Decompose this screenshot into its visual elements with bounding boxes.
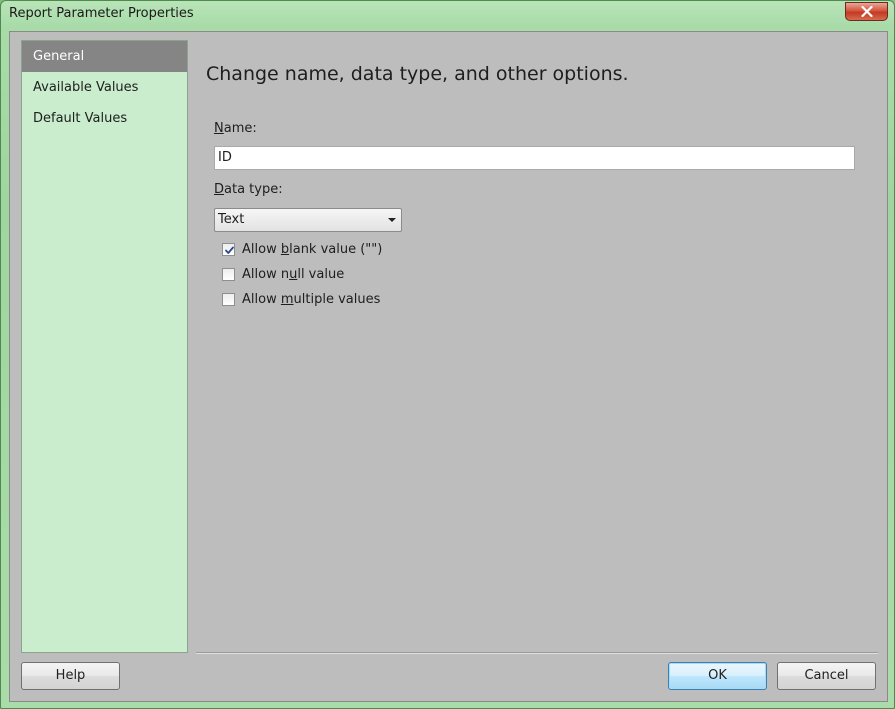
- dialog-window: Report Parameter Properties General Avai…: [0, 0, 895, 709]
- allow-null-label-post: ll value: [297, 266, 345, 282]
- checkmark-icon: [225, 246, 234, 254]
- allow-multiple-label-pre: Allow: [242, 291, 281, 307]
- allow-blank-option[interactable]: Allow blank value (""): [222, 240, 382, 258]
- allow-blank-label: Allow blank value (""): [242, 242, 382, 257]
- title-bar[interactable]: Report Parameter Properties: [1, 1, 894, 28]
- name-input[interactable]: ID: [214, 146, 855, 170]
- allow-blank-checkbox[interactable]: [222, 242, 235, 256]
- allow-null-option[interactable]: Allow null value: [222, 265, 344, 283]
- data-type-label: Data type:: [214, 182, 283, 197]
- help-button[interactable]: Help: [21, 662, 120, 690]
- data-type-selected-value: Text: [218, 212, 245, 227]
- allow-multiple-label-post: ultiple values: [293, 291, 381, 307]
- chevron-down-icon: [388, 218, 396, 222]
- allow-null-label-pre: Allow n: [242, 266, 290, 282]
- nav-item-available-values[interactable]: Available Values: [22, 72, 187, 103]
- allow-blank-label-post: lank value (""): [289, 241, 383, 257]
- allow-null-checkbox[interactable]: [222, 267, 235, 281]
- allow-blank-label-pre: Allow: [242, 241, 281, 257]
- page-heading: Change name, data type, and other option…: [206, 63, 629, 85]
- ok-button[interactable]: OK: [668, 662, 767, 690]
- nav-item-general[interactable]: General: [22, 41, 187, 72]
- allow-null-label: Allow null value: [242, 267, 344, 282]
- footer-separator: [196, 652, 878, 654]
- data-type-select[interactable]: Text: [214, 208, 402, 232]
- name-label-accesskey: N: [214, 121, 224, 136]
- nav-item-default-values[interactable]: Default Values: [22, 103, 187, 134]
- close-button[interactable]: [845, 2, 888, 21]
- cancel-button[interactable]: Cancel: [777, 662, 876, 690]
- allow-multiple-label: Allow multiple values: [242, 292, 380, 307]
- data-type-label-accesskey: D: [214, 182, 225, 197]
- allow-multiple-label-accesskey: m: [280, 291, 294, 307]
- name-label: Name:: [214, 121, 257, 136]
- close-icon: [860, 6, 873, 17]
- allow-multiple-checkbox[interactable]: [222, 292, 235, 306]
- navigation-pane: General Available Values Default Values: [21, 40, 188, 653]
- allow-blank-label-accesskey: b: [280, 241, 290, 257]
- data-type-label-text: ata type:: [224, 182, 283, 197]
- window-title: Report Parameter Properties: [9, 6, 194, 21]
- dialog-client-area: General Available Values Default Values …: [9, 31, 888, 702]
- name-label-text: ame:: [223, 121, 257, 136]
- allow-multiple-option[interactable]: Allow multiple values: [222, 290, 380, 308]
